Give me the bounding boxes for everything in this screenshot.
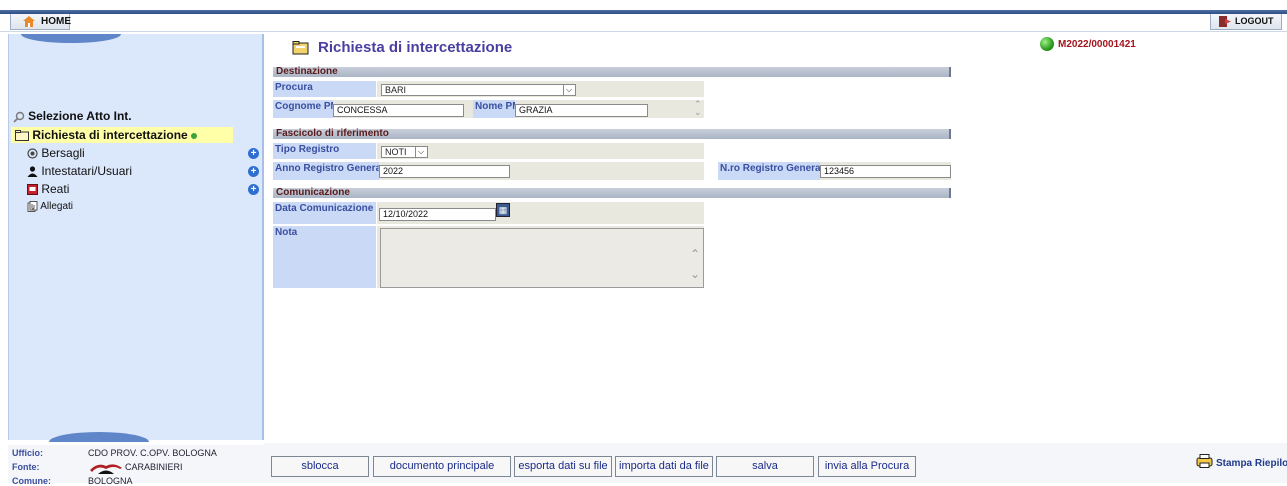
top-stripe <box>0 10 1287 14</box>
comune-value: BOLOGNA <box>88 476 133 486</box>
data-label: Data Comunicazione <box>273 202 376 224</box>
procura-label: Procura <box>273 81 376 97</box>
stampa-riepilogo-button[interactable]: Stampa Riepilogo <box>1196 454 1287 469</box>
procura-value: BARI <box>385 85 407 95</box>
sidebar-item-reati[interactable]: Reati <box>27 181 69 197</box>
sidebar-cap-top <box>21 34 121 43</box>
add-intestatari-button[interactable]: + <box>248 166 259 177</box>
tipo-label: Tipo Registro <box>273 143 376 159</box>
salva-button[interactable]: salva <box>716 456 814 477</box>
anno-label: Anno Registro Generale <box>273 162 389 180</box>
chevron-down-icon: ⌵ <box>563 85 574 95</box>
sblocca-button[interactable]: sblocca <box>271 456 369 477</box>
ufficio-label: Ufficio: <box>12 448 43 458</box>
sidebar: Selezione Atto Int. Richiesta di interce… <box>8 34 264 442</box>
page-title: Richiesta di intercettazione <box>318 39 513 56</box>
invia-procura-button[interactable]: invia alla Procura <box>818 456 916 477</box>
folder-open-icon <box>292 41 309 55</box>
attachment-icon <box>27 200 38 212</box>
case-id: M2022/00001421 <box>1040 37 1136 51</box>
sidebar-item-intestatari-label: Intestatari/Usuari <box>41 164 133 178</box>
logout-button[interactable]: LOGOUT <box>1210 14 1282 30</box>
sidebar-item-richiesta-label: Richiesta di intercettazione <box>32 128 188 142</box>
home-label: HOME <box>41 16 71 27</box>
section-comunicazione: Comunicazione <box>273 188 951 198</box>
logout-icon <box>1219 16 1231 27</box>
esporta-button[interactable]: esporta dati su file <box>514 456 612 477</box>
sidebar-item-intestatari[interactable]: Intestatari/Usuari <box>27 163 132 179</box>
cognome-field[interactable]: CONCESSA <box>333 104 464 117</box>
sidebar-section-title-label: Selezione Atto Int. <box>28 109 132 123</box>
sidebar-item-allegati-label: Allegati <box>40 201 74 212</box>
nome-field[interactable]: GRAZIA <box>515 104 648 117</box>
sidebar-item-bersagli[interactable]: Bersagli <box>27 145 85 161</box>
printer-icon <box>1196 454 1213 468</box>
folder-icon <box>15 130 29 142</box>
sidebar-cap-bottom <box>49 432 149 442</box>
footer-info: Ufficio: CDO PROV. C.OPV. BOLOGNA Fonte:… <box>8 445 264 486</box>
nro-label: N.ro Registro Generale <box>718 162 829 180</box>
stampa-label: Stampa Riepilogo <box>1216 458 1287 469</box>
add-reati-button[interactable]: + <box>248 184 259 195</box>
home-icon <box>23 16 35 27</box>
tipo-value: NOTI <box>385 147 407 157</box>
section-destinazione: Destinazione <box>273 67 951 77</box>
add-bersagli-button[interactable]: + <box>248 148 259 159</box>
tipo-select[interactable]: NOTI ⌵ <box>381 146 428 158</box>
sidebar-item-allegati[interactable]: Allegati <box>27 199 73 215</box>
chevron-down-icon: ⌵ <box>415 147 426 157</box>
carabinieri-logo-icon <box>90 462 122 476</box>
nota-textarea[interactable] <box>380 228 704 288</box>
textarea-scroll-icon[interactable]: ⌃ ⌄ <box>690 244 700 284</box>
comune-label: Comune: <box>12 476 51 486</box>
sidebar-item-reati-label: Reati <box>41 182 70 196</box>
nro-field[interactable]: 123456 <box>820 165 951 178</box>
section-fascicolo: Fascicolo di riferimento <box>273 129 951 139</box>
top-bar: HOME LOGOUT <box>0 0 1287 32</box>
status-ball-icon <box>1040 37 1054 51</box>
case-id-text: M2022/00001421 <box>1058 39 1136 50</box>
main-content: Richiesta di intercettazione M2022/00001… <box>270 34 1280 444</box>
importa-button[interactable]: importa dati da file <box>615 456 713 477</box>
home-button[interactable]: HOME <box>10 14 71 30</box>
scroll-arrows-icon[interactable]: ⌃ ⌄ <box>694 100 702 117</box>
data-field[interactable]: 12/10/2022 <box>379 208 496 221</box>
logout-label: LOGOUT <box>1235 16 1274 26</box>
person-icon <box>27 166 38 178</box>
book-icon <box>27 184 38 196</box>
target-icon <box>27 148 38 159</box>
ufficio-value: CDO PROV. C.OPV. BOLOGNA <box>88 448 217 458</box>
status-dot-icon <box>190 132 197 139</box>
search-icon <box>13 111 25 123</box>
anno-field[interactable]: 2022 <box>379 165 510 178</box>
sidebar-item-richiesta[interactable]: Richiesta di intercettazione <box>11 127 233 143</box>
documento-principale-button[interactable]: documento principale <box>373 456 511 477</box>
nota-label: Nota <box>273 226 376 288</box>
fonte-value: CARABINIERI <box>125 462 183 472</box>
sidebar-section-title[interactable]: Selezione Atto Int. <box>13 108 132 124</box>
sidebar-item-bersagli-label: Bersagli <box>41 146 85 160</box>
procura-select[interactable]: BARI ⌵ <box>381 84 576 96</box>
fonte-label: Fonte: <box>12 462 40 472</box>
cognome-label: Cognome PM <box>273 100 339 118</box>
calendar-icon[interactable]: ▦ <box>496 203 510 217</box>
nome-label: Nome PM <box>473 100 521 118</box>
